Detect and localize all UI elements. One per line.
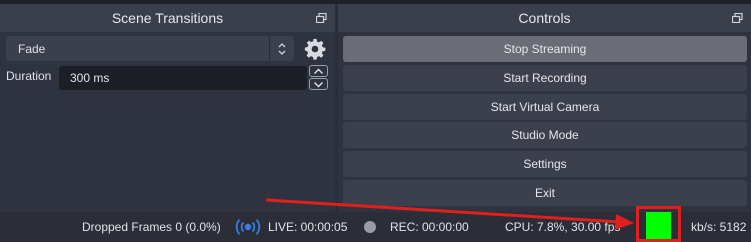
- duration-increment-button[interactable]: [309, 65, 328, 77]
- controls-title: Controls: [518, 10, 571, 26]
- live-timer-text: LIVE: 00:00:05: [268, 220, 348, 234]
- cpu-fps-text: CPU: 7.8%, 30.00 fps: [505, 220, 621, 234]
- undock-icon[interactable]: [316, 13, 327, 23]
- controls-header: Controls: [338, 4, 751, 32]
- chevron-up-icon: [314, 68, 323, 74]
- obs-window: Scene Transitions Fade Duration 300 ms C…: [0, 0, 751, 242]
- transition-select-value: Fade: [18, 41, 46, 56]
- updown-chevron-icon: [270, 36, 294, 61]
- scene-transitions-header: Scene Transitions: [0, 4, 335, 32]
- scene-transitions-title: Scene Transitions: [111, 10, 224, 26]
- stop-streaming-button[interactable]: Stop Streaming: [343, 36, 747, 62]
- chevron-down-icon: [314, 81, 323, 87]
- duration-value: 300 ms: [70, 71, 110, 85]
- record-dot-icon: [364, 221, 376, 233]
- highlight-box: [636, 206, 681, 242]
- bitrate-text: kb/s: 5182: [691, 220, 747, 234]
- rec-timer-text: REC: 00:00:00: [390, 220, 469, 234]
- start-recording-button[interactable]: Start Recording: [343, 65, 747, 91]
- duration-input[interactable]: 300 ms: [59, 66, 307, 90]
- studio-mode-button[interactable]: Studio Mode: [343, 122, 747, 148]
- exit-button[interactable]: Exit: [343, 180, 747, 206]
- broadcast-icon: [235, 219, 261, 235]
- dropped-frames-text: Dropped Frames 0 (0.0%): [82, 220, 221, 234]
- transition-select[interactable]: Fade: [6, 36, 294, 61]
- gear-icon[interactable]: [304, 38, 326, 60]
- duration-decrement-button[interactable]: [309, 78, 328, 90]
- settings-button[interactable]: Settings: [343, 151, 747, 177]
- start-virtual-camera-button[interactable]: Start Virtual Camera: [343, 94, 747, 120]
- undock-icon[interactable]: [732, 13, 743, 23]
- duration-label: Duration: [6, 69, 52, 83]
